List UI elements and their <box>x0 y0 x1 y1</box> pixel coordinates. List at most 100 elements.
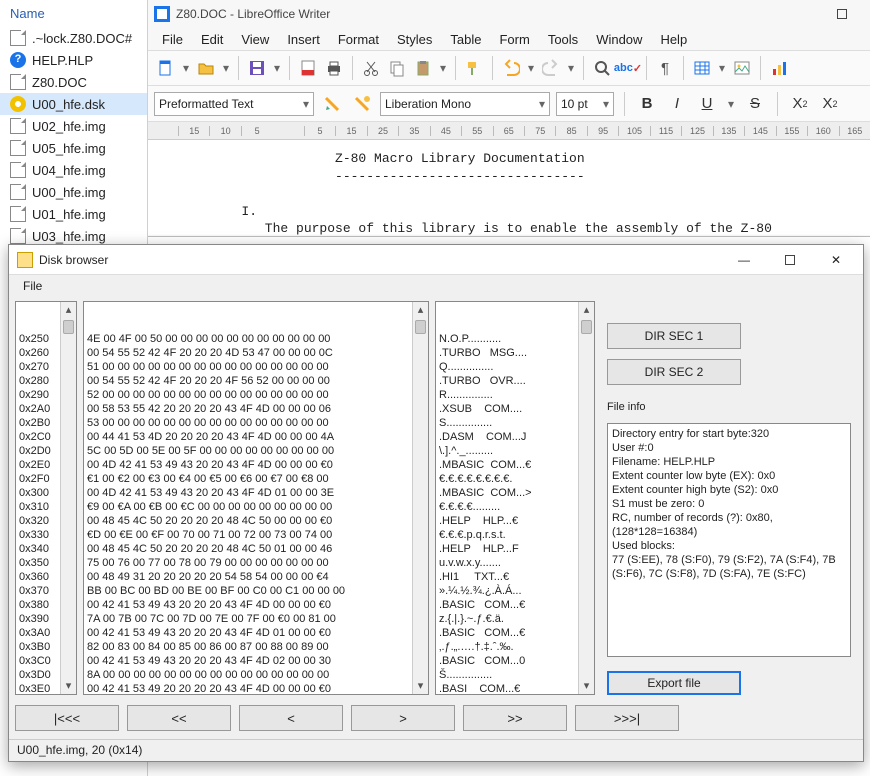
export-file-button[interactable]: Export file <box>607 671 741 695</box>
scroll-down-icon[interactable]: ▾ <box>61 678 76 694</box>
superscript-button[interactable]: X2 <box>788 92 812 116</box>
subscript-button[interactable]: X2 <box>818 92 842 116</box>
export-pdf-button[interactable] <box>296 56 320 80</box>
scroll-down-icon[interactable]: ▾ <box>413 678 428 694</box>
scroll-down-icon[interactable]: ▾ <box>579 678 594 694</box>
menu-insert[interactable]: Insert <box>279 30 328 49</box>
chart-button[interactable] <box>767 56 791 80</box>
file-list-item[interactable]: .~lock.Z80.DOC# <box>0 27 147 49</box>
disk-browser-titlebar[interactable]: Disk browser ― ✕ <box>9 245 863 275</box>
pilcrow-button[interactable]: ¶ <box>653 56 677 80</box>
hex-pane[interactable]: 4E 00 4F 00 50 00 00 00 00 00 00 00 00 0… <box>83 301 429 695</box>
paste-button[interactable] <box>411 56 435 80</box>
open-button[interactable] <box>194 56 218 80</box>
menu-form[interactable]: Form <box>491 30 537 49</box>
writer-document-area[interactable]: Z-80 Macro Library Documentation -------… <box>148 140 870 235</box>
disk-browser-app-icon <box>17 252 33 268</box>
menu-edit[interactable]: Edit <box>193 30 231 49</box>
clone-format-button[interactable] <box>462 56 486 80</box>
dropdown-icon[interactable]: ▾ <box>525 61 537 75</box>
scroll-thumb[interactable] <box>581 320 592 334</box>
font-name-combo[interactable]: Liberation Mono▾ <box>380 92 550 116</box>
file-list-item[interactable]: Z80.DOC <box>0 71 147 93</box>
file-icon <box>10 118 26 134</box>
table-button[interactable] <box>690 56 714 80</box>
file-list-item[interactable]: U02_hfe.img <box>0 115 147 137</box>
menu-window[interactable]: Window <box>588 30 650 49</box>
file-list-item[interactable]: U00_hfe.dsk <box>0 93 147 115</box>
menu-view[interactable]: View <box>233 30 277 49</box>
copy-button[interactable] <box>385 56 409 80</box>
italic-button[interactable]: I <box>665 92 689 116</box>
ascii-pane[interactable]: N.O.P........... .TURBO MSG.... Q.......… <box>435 301 595 695</box>
file-list-item[interactable]: U04_hfe.img <box>0 159 147 181</box>
menu-tools[interactable]: Tools <box>540 30 586 49</box>
file-list-item[interactable]: U05_hfe.img <box>0 137 147 159</box>
menu-file[interactable]: File <box>154 30 191 49</box>
nav-fast-forward-button[interactable]: >> <box>463 705 567 731</box>
nav-last-button[interactable]: >>>| <box>575 705 679 731</box>
menu-table[interactable]: Table <box>442 30 489 49</box>
update-style-button[interactable] <box>320 92 344 116</box>
nav-fast-back-button[interactable]: << <box>127 705 231 731</box>
status-bar: U00_hfe.img, 20 (0x14) <box>9 739 863 761</box>
file-icon <box>10 206 26 222</box>
maximize-button[interactable] <box>767 245 813 275</box>
bold-button[interactable]: B <box>635 92 659 116</box>
menu-format[interactable]: Format <box>330 30 387 49</box>
dropdown-icon[interactable]: ▾ <box>565 61 577 75</box>
minimize-button[interactable]: ― <box>721 245 767 275</box>
underline-button[interactable]: U <box>695 92 719 116</box>
file-list-item[interactable]: U01_hfe.img <box>0 203 147 225</box>
nav-back-button[interactable]: < <box>239 705 343 731</box>
maximize-button[interactable] <box>820 0 864 28</box>
menu-styles[interactable]: Styles <box>389 30 440 49</box>
font-size-combo[interactable]: 10 pt▾ <box>556 92 614 116</box>
dropdown-icon[interactable]: ▾ <box>716 61 728 75</box>
find-button[interactable] <box>590 56 614 80</box>
cut-button[interactable] <box>359 56 383 80</box>
file-icon <box>10 228 26 244</box>
scroll-thumb[interactable] <box>63 320 74 334</box>
paragraph-style-combo[interactable]: Preformatted Text▾ <box>154 92 314 116</box>
dir-sec-1-button[interactable]: DIR SEC 1 <box>607 323 741 349</box>
scroll-thumb[interactable] <box>415 320 426 334</box>
undo-button[interactable] <box>499 56 523 80</box>
spellcheck-button[interactable]: abc✓ <box>616 56 640 80</box>
scroll-up-icon[interactable]: ▴ <box>579 302 594 318</box>
help-icon <box>10 52 26 68</box>
scrollbar[interactable]: ▴ ▾ <box>60 302 76 694</box>
dropdown-icon[interactable]: ▾ <box>220 61 232 75</box>
dropdown-icon[interactable]: ▾ <box>725 97 737 111</box>
strike-button[interactable]: S <box>743 92 767 116</box>
ascii-text: N.O.P........... .TURBO MSG.... Q.......… <box>436 330 594 695</box>
scroll-up-icon[interactable]: ▴ <box>413 302 428 318</box>
menu-help[interactable]: Help <box>652 30 695 49</box>
print-button[interactable] <box>322 56 346 80</box>
scrollbar[interactable]: ▴ ▾ <box>578 302 594 694</box>
new-button[interactable] <box>154 56 178 80</box>
dropdown-icon[interactable]: ▾ <box>437 61 449 75</box>
close-button[interactable]: ✕ <box>813 245 859 275</box>
dropdown-icon[interactable]: ▾ <box>271 61 283 75</box>
writer-window: Z80.DOC - LibreOffice Writer File Edit V… <box>148 0 870 237</box>
offset-pane[interactable]: 0x250 0x260 0x270 0x280 0x290 0x2A0 0x2B… <box>15 301 77 695</box>
save-button[interactable] <box>245 56 269 80</box>
image-button[interactable] <box>730 56 754 80</box>
menu-file[interactable]: File <box>15 277 50 295</box>
file-list-item[interactable]: HELP.HLP <box>0 49 147 71</box>
writer-titlebar[interactable]: Z80.DOC - LibreOffice Writer <box>148 0 870 28</box>
dir-sec-2-button[interactable]: DIR SEC 2 <box>607 359 741 385</box>
file-info-label: File info <box>607 401 857 413</box>
new-style-button[interactable] <box>350 92 374 116</box>
nav-first-button[interactable]: |<<< <box>15 705 119 731</box>
file-list-item[interactable]: U00_hfe.img <box>0 181 147 203</box>
writer-ruler[interactable]: 1510551525354555657585951051151251351451… <box>148 122 870 140</box>
nav-forward-button[interactable]: > <box>351 705 455 731</box>
scrollbar[interactable]: ▴ ▾ <box>412 302 428 694</box>
file-icon <box>10 30 26 46</box>
dropdown-icon[interactable]: ▾ <box>180 61 192 75</box>
file-list-header[interactable]: Name <box>0 0 147 27</box>
scroll-up-icon[interactable]: ▴ <box>61 302 76 318</box>
redo-button[interactable] <box>539 56 563 80</box>
